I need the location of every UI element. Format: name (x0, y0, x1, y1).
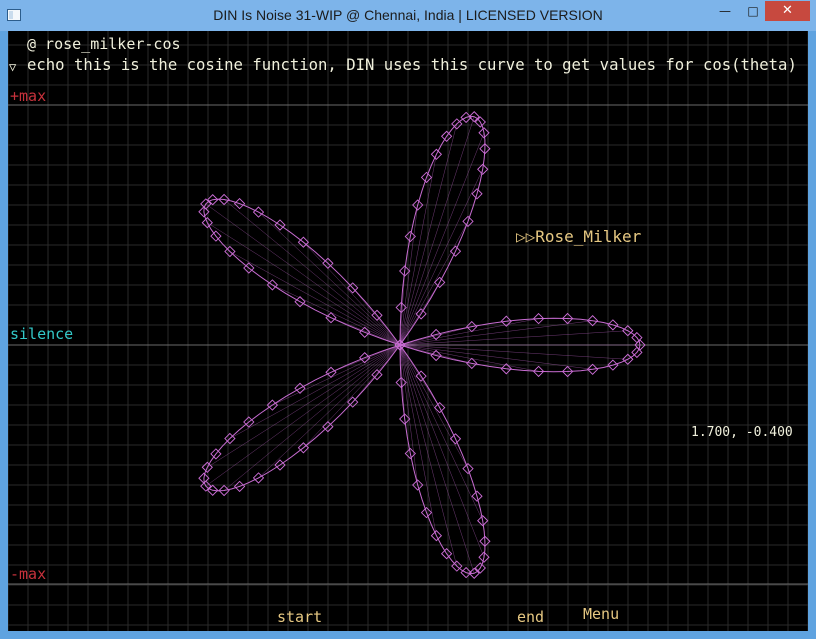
close-button[interactable]: ✕ (765, 1, 810, 21)
curve-spoke (399, 318, 539, 346)
end-label: end (517, 608, 545, 626)
curve-spoke (272, 284, 401, 346)
curve-editor-svg[interactable] (8, 31, 808, 631)
grid (8, 31, 808, 631)
curve-spoke (399, 344, 483, 521)
curve-spoke (399, 344, 539, 372)
curve-spoke (207, 222, 401, 346)
app-window: DIN Is Noise 31-WIP @ Chennai, India | L… (0, 0, 816, 639)
minimize-button[interactable]: — (712, 1, 738, 21)
curve-spoke (399, 344, 593, 370)
close-icon: ✕ (782, 3, 793, 18)
silence-label: silence (10, 325, 74, 343)
curve-spoke (303, 344, 401, 448)
console-line-echo: echo this is the cosine function, DIN us… (27, 56, 797, 74)
window-title: DIN Is Noise 31-WIP @ Chennai, India | L… (213, 7, 603, 23)
triangle-down-icon[interactable]: ▽ (9, 61, 16, 73)
curve-name-label[interactable]: ▷▷Rose_Milker (516, 229, 641, 245)
curve-spoke (207, 344, 401, 468)
start-label: start (277, 608, 323, 626)
plus-max-label: +max (10, 87, 47, 105)
curve-spoke (303, 242, 401, 346)
curve-name-text: Rose_Milker (535, 227, 642, 246)
minus-max-label: -max (10, 565, 47, 583)
maximize-icon: □ (747, 4, 759, 18)
curve-spoke (399, 320, 593, 346)
maximize-button[interactable]: □ (740, 1, 766, 21)
minimize-icon: — (719, 4, 731, 18)
curve-spoke (272, 344, 401, 406)
curve-spoke (399, 169, 483, 346)
curve-spoke (223, 199, 401, 346)
menu-button[interactable]: Menu (583, 607, 619, 622)
console-line-command: @ rose_milker-cos (27, 35, 181, 53)
curve-spoke (229, 251, 401, 346)
title-bar[interactable]: DIN Is Noise 31-WIP @ Chennai, India | L… (0, 0, 816, 31)
curve-spoke (229, 344, 401, 439)
curve-spoke (223, 344, 401, 491)
curve-editor-canvas[interactable]: @ rose_milker-cos ▽ echo this is the cos… (8, 31, 808, 631)
cursor-coordinates: 1.700, -0.400 (691, 425, 793, 440)
